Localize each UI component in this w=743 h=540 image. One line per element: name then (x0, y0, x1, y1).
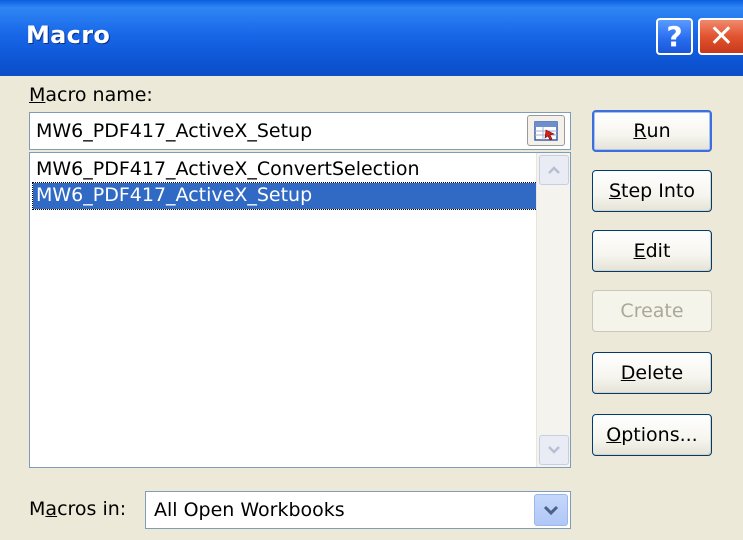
macro-name-input[interactable]: MW6_PDF417_ActiveX_Setup (29, 112, 571, 150)
chevron-up-icon (548, 166, 560, 174)
scroll-down-button[interactable] (539, 435, 569, 465)
macro-name-label: Macro name: (29, 84, 153, 106)
dropdown-button[interactable] (534, 494, 568, 526)
close-button[interactable]: ✕ (698, 18, 743, 55)
macros-in-label: Macros in: (29, 498, 127, 520)
list-item[interactable]: MW6_PDF417_ActiveX_ConvertSelection (33, 157, 539, 183)
options-button[interactable]: Options... (592, 414, 712, 456)
step-into-button[interactable]: Step Into (592, 170, 712, 212)
macro-dialog: Macro ? ✕ Macro name: MW6_PDF417_ActiveX… (0, 0, 743, 540)
scroll-up-button[interactable] (539, 155, 569, 185)
chevron-down-icon (543, 505, 559, 516)
run-button[interactable]: Run (592, 110, 712, 152)
close-icon: ✕ (708, 18, 735, 54)
dialog-title: Macro (26, 21, 111, 49)
title-bar[interactable]: Macro ? ✕ (0, 0, 743, 76)
delete-button[interactable]: Delete (592, 352, 712, 394)
vertical-scrollbar[interactable] (536, 153, 570, 467)
macro-list[interactable]: MW6_PDF417_ActiveX_ConvertSelection MW6_… (29, 152, 571, 468)
range-selector-icon (534, 120, 558, 141)
collapse-dialog-button[interactable] (527, 115, 565, 146)
macros-in-dropdown[interactable]: All Open Workbooks (145, 491, 571, 529)
macros-in-value: All Open Workbooks (154, 499, 345, 521)
help-button[interactable]: ? (656, 18, 693, 55)
chevron-down-icon (548, 446, 560, 454)
macro-name-value: MW6_PDF417_ActiveX_Setup (36, 120, 313, 142)
edit-button[interactable]: Edit (592, 230, 712, 272)
list-item-selected[interactable]: MW6_PDF417_ActiveX_Setup (32, 182, 540, 210)
help-icon: ? (666, 19, 683, 53)
create-button: Create (592, 290, 712, 332)
